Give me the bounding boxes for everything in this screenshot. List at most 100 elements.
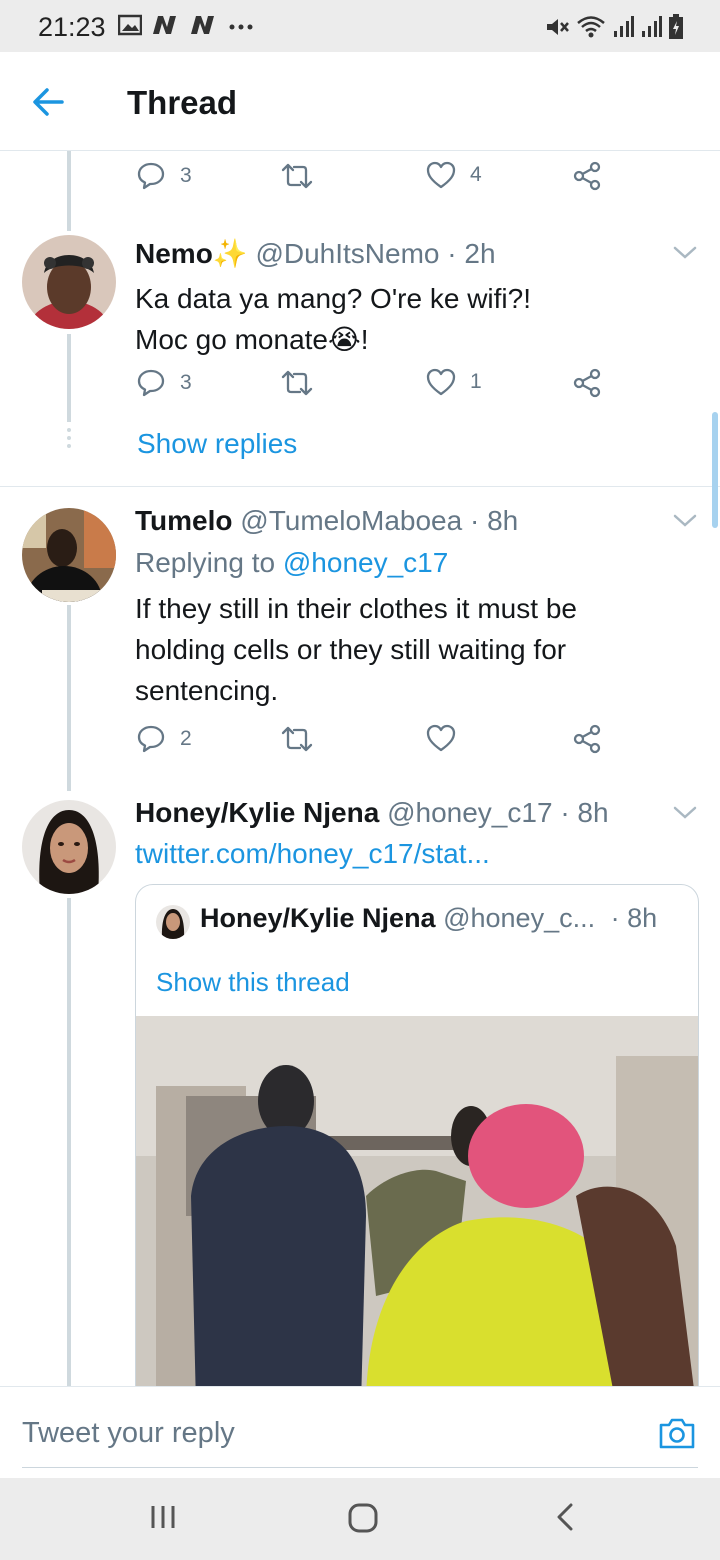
share-button[interactable] [572,161,602,191]
reply-composer: Tweet your reply [0,1386,720,1478]
retweet-button[interactable] [280,368,314,398]
timestamp: · 2h [447,238,496,269]
signal-icon [614,16,634,37]
share-icon [573,724,601,754]
video-thumbnail[interactable] [136,1016,698,1403]
handle[interactable]: @DuhItsNemo [255,238,439,269]
display-name[interactable]: Tumelo [135,505,232,536]
gallery-icon [118,14,142,36]
share-button[interactable] [572,368,602,398]
signal-icon [642,16,662,37]
battery-icon [669,14,683,39]
more-dots-icon [229,24,253,30]
timestamp: · 8h [610,903,658,933]
back-chevron-icon [557,1503,573,1531]
display-name[interactable]: Honey/Kylie Njena [135,797,379,828]
reply-count: 3 [180,371,192,394]
thread-line [67,605,71,791]
show-thread-link[interactable]: Show this thread [156,967,350,998]
reply-button[interactable]: 3 [136,161,192,191]
handle[interactable]: @TumeloMaboea [240,505,462,536]
thread-line [67,334,71,422]
like-button[interactable]: 1 [426,368,482,396]
chevron-down-icon[interactable] [670,243,700,263]
show-replies-link[interactable]: Show replies [137,428,297,460]
replying-to-label: Replying to [135,547,283,578]
scrollbar-thumb[interactable] [712,412,718,528]
quoted-tweet-header: Honey/Kylie Njena @honey_c... · 8h [200,903,657,934]
avatar[interactable] [22,800,116,894]
tweet-actions: 3 1 [136,368,616,408]
notification-n-icon [153,16,176,34]
retweet-button[interactable] [280,161,314,191]
back-button[interactable] [30,84,66,120]
share-icon [573,161,601,191]
tweet-text-line: If they still in their clothes it must b… [135,593,577,624]
display-name[interactable]: Nemo [135,238,213,269]
avatar[interactable] [22,235,116,329]
like-button[interactable]: 4 [426,161,482,189]
crying-emoji: 😭 [328,324,361,355]
recent-apps-icon [151,1506,175,1528]
camera-icon [659,1418,695,1449]
system-nav-bar [0,1478,720,1560]
retweet-button[interactable] [280,724,314,754]
arrow-left-icon [33,88,64,116]
back-nav-button[interactable] [553,1502,577,1537]
handle[interactable]: @honey_c17 [387,797,552,828]
heart-icon [426,724,456,752]
like-button[interactable] [426,724,456,752]
quoted-tweet-card[interactable]: Honey/Kylie Njena @honey_c... · 8h Show … [135,884,699,1404]
timestamp: · 8h [560,797,609,828]
tweet-text-line: Ka data ya mang? O're ke wifi?! [135,283,531,314]
retweet-icon [281,370,313,396]
mute-icon [547,19,569,35]
divider [0,486,720,487]
replying-to-handle[interactable]: @honey_c17 [283,547,448,578]
home-button[interactable] [347,1502,379,1539]
tweet-text-line: Moc go monate😭! [135,324,369,355]
replying-to: Replying to @honey_c17 [135,547,448,579]
chevron-down-icon[interactable] [670,511,700,531]
reply-icon [137,725,165,753]
reply-button[interactable]: 2 [136,724,192,754]
tweet-actions: 3 4 [136,161,616,201]
like-count: 1 [470,370,482,393]
share-button[interactable] [572,724,602,754]
heart-icon [426,161,456,189]
tweet-text: Ka data ya mang? O're ke wifi?! Moc go m… [135,278,695,360]
thread-line [67,151,71,231]
tweet-header: Tumelo @TumeloMaboea · 8h [135,505,518,537]
tweet-link[interactable]: twitter.com/honey_c17/stat... [135,838,490,870]
thread-line [67,898,71,1386]
retweet-icon [281,726,313,752]
avatar[interactable] [22,508,116,602]
timestamp: · 8h [469,505,519,536]
tweet-text-line: holding cells or they still waiting for [135,634,567,665]
app-header: Thread [0,52,720,151]
reply-count: 3 [180,164,192,187]
wifi-icon [577,16,605,38]
notification-n-icon [191,16,214,34]
retweet-icon [281,163,313,189]
tweet-text: If they still in their clothes it must b… [135,588,695,711]
reply-icon [137,162,165,190]
tweet-actions: 2 [136,724,616,764]
page-title: Thread [127,84,238,121]
chevron-down-icon[interactable] [670,803,700,823]
heart-icon [426,368,456,396]
camera-button[interactable] [658,1415,696,1451]
recent-apps-button[interactable] [148,1502,178,1537]
like-count: 4 [470,163,482,186]
reply-count: 2 [180,727,192,750]
share-icon [573,368,601,398]
sparkles-emoji: ✨ [212,238,248,269]
reply-input[interactable]: Tweet your reply [22,1417,235,1450]
tweet-text-line: sentencing. [135,675,279,706]
handle: @honey_c... [443,903,596,933]
avatar [156,905,190,939]
reply-button[interactable]: 3 [136,368,192,398]
display-name: Honey/Kylie Njena [200,903,436,933]
reply-icon [137,369,165,397]
home-icon [348,1503,378,1533]
